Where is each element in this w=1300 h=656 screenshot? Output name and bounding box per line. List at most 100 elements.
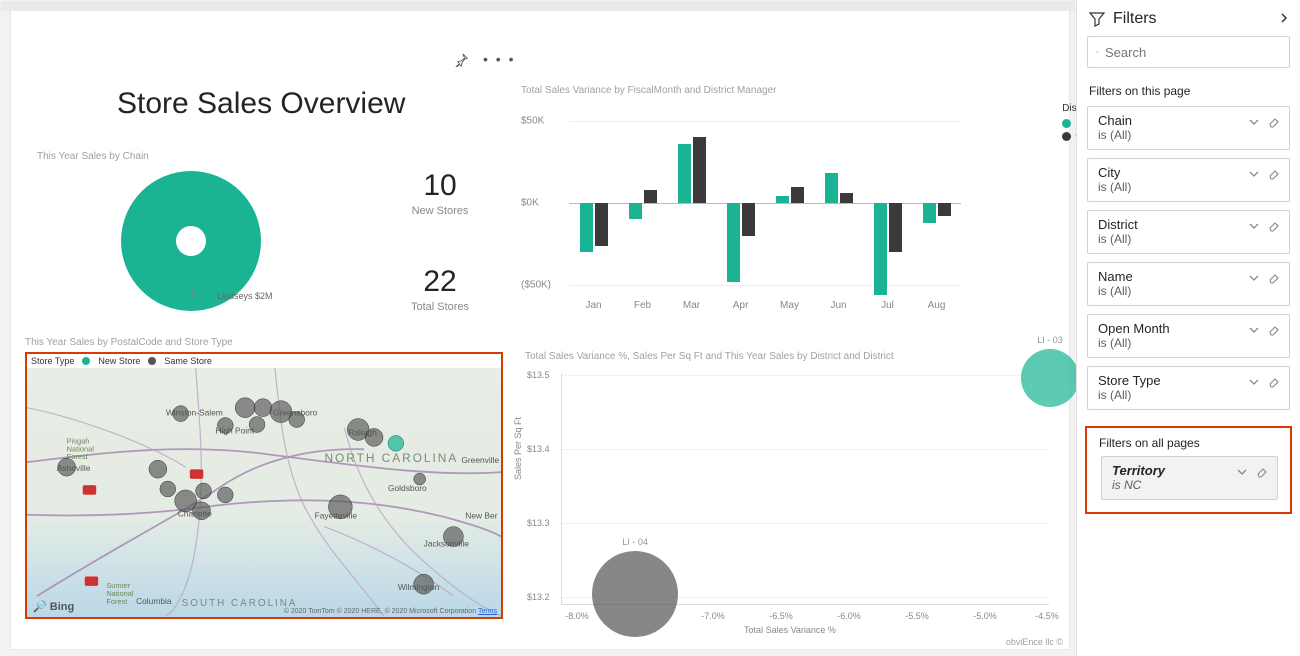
filter-name: Open Month bbox=[1098, 321, 1247, 336]
pin-icon[interactable] bbox=[455, 53, 469, 70]
kpi-new-stores[interactable]: 10 New Stores bbox=[395, 169, 485, 217]
bar[interactable] bbox=[580, 203, 593, 252]
obvience-credit: obviEnce llc © bbox=[1006, 637, 1063, 647]
bar[interactable] bbox=[742, 203, 755, 236]
filter-name: City bbox=[1098, 165, 1247, 180]
page-title: Store Sales Overview bbox=[117, 87, 405, 121]
chevron-down-icon[interactable] bbox=[1247, 115, 1261, 129]
filters-search-input[interactable] bbox=[1105, 45, 1281, 60]
filter-value: is (All) bbox=[1098, 284, 1247, 298]
bar[interactable] bbox=[693, 137, 706, 203]
bar-x-label: Jul bbox=[868, 300, 908, 311]
kpi-new-stores-label: New Stores bbox=[395, 205, 485, 217]
eraser-icon[interactable] bbox=[1267, 167, 1281, 181]
bar-x-label: May bbox=[770, 300, 810, 311]
filter-card-store-type[interactable]: Store Typeis (All) bbox=[1087, 366, 1290, 410]
scatter-title: Total Sales Variance %, Sales Per Sq Ft … bbox=[525, 351, 894, 362]
bar-group[interactable]: Aug bbox=[923, 111, 951, 293]
eraser-icon[interactable] bbox=[1255, 465, 1269, 479]
bar[interactable] bbox=[889, 203, 902, 252]
filter-card-district[interactable]: Districtis (All) bbox=[1087, 210, 1290, 254]
filters-header: Filters bbox=[1077, 0, 1300, 36]
filter-value: is (All) bbox=[1098, 232, 1247, 246]
scatter-bubble[interactable]: LI - 04 bbox=[592, 551, 678, 637]
filters-all-pages-highlight: Filters on all pages Territory is NC bbox=[1085, 426, 1292, 514]
bar-x-label: Mar bbox=[672, 300, 712, 311]
chevron-down-icon[interactable] bbox=[1235, 465, 1249, 479]
more-options-icon[interactable]: • • • bbox=[483, 51, 515, 67]
chevron-down-icon[interactable] bbox=[1247, 167, 1261, 181]
svg-text:Greenville: Greenville bbox=[461, 455, 499, 465]
eraser-icon[interactable] bbox=[1267, 271, 1281, 285]
bar-group[interactable]: Jun bbox=[825, 111, 853, 293]
chevron-down-icon[interactable] bbox=[1247, 271, 1261, 285]
bar[interactable] bbox=[825, 173, 838, 203]
filter-card-open-month[interactable]: Open Monthis (All) bbox=[1087, 314, 1290, 358]
filter-name: District bbox=[1098, 217, 1247, 232]
bar-x-label: Jan bbox=[574, 300, 614, 311]
bar-group[interactable]: May bbox=[776, 111, 804, 293]
filter-card-chain[interactable]: Chainis (All) bbox=[1087, 106, 1290, 150]
map-svg: NORTH CAROLINA SOUTH CAROLINA PisgahNati… bbox=[27, 368, 501, 616]
bar-x-label: Jun bbox=[819, 300, 859, 311]
bar-x-label: Aug bbox=[917, 300, 957, 311]
bar[interactable] bbox=[776, 196, 789, 203]
bar-group[interactable]: Feb bbox=[629, 111, 657, 293]
map-terms-link[interactable]: Terms bbox=[478, 608, 497, 615]
bar[interactable] bbox=[678, 144, 691, 203]
eraser-icon[interactable] bbox=[1267, 115, 1281, 129]
bar[interactable] bbox=[629, 203, 642, 219]
chevron-down-icon[interactable] bbox=[1247, 375, 1261, 389]
scatter-chart[interactable]: Sales Per Sq Ft Total Sales Variance % $… bbox=[525, 367, 1055, 633]
bar-group[interactable]: Jan bbox=[580, 111, 608, 293]
filter-value: is NC bbox=[1112, 478, 1235, 492]
map-visual[interactable]: Store Type New Store Same Store NORTH CA… bbox=[25, 352, 503, 619]
bar[interactable] bbox=[923, 203, 936, 223]
bar-group[interactable]: Apr bbox=[727, 111, 755, 293]
filter-card-city[interactable]: Cityis (All) bbox=[1087, 158, 1290, 202]
map-legend: Store Type New Store Same Store bbox=[31, 356, 212, 366]
bar[interactable] bbox=[840, 193, 853, 203]
bar[interactable] bbox=[938, 203, 951, 216]
bar-x-label: Feb bbox=[623, 300, 663, 311]
svg-text:PisgahNationalForest: PisgahNationalForest bbox=[67, 436, 95, 461]
filters-section-all: Filters on all pages bbox=[1099, 436, 1280, 450]
bar[interactable] bbox=[644, 190, 657, 203]
filter-name: Chain bbox=[1098, 113, 1247, 128]
svg-text:SOUTH CAROLINA: SOUTH CAROLINA bbox=[182, 598, 298, 609]
chevron-down-icon[interactable] bbox=[1247, 219, 1261, 233]
donut-legend-connector: └─ bbox=[189, 291, 203, 302]
filter-value: is (All) bbox=[1098, 128, 1247, 142]
filter-name: Territory bbox=[1112, 463, 1235, 478]
eraser-icon[interactable] bbox=[1267, 219, 1281, 233]
filter-card-territory[interactable]: Territory is NC bbox=[1101, 456, 1278, 500]
filter-value: is (All) bbox=[1098, 388, 1247, 402]
svg-text:SumterNationalForest: SumterNationalForest bbox=[106, 581, 134, 606]
donut-title: This Year Sales by Chain bbox=[37, 151, 149, 162]
filter-icon bbox=[1089, 11, 1105, 27]
bar-group[interactable]: Jul bbox=[874, 111, 902, 293]
chevron-down-icon[interactable] bbox=[1247, 323, 1261, 337]
scatter-bubble[interactable]: LI - 03 bbox=[1021, 349, 1079, 407]
bar-group[interactable]: Mar bbox=[678, 111, 706, 293]
filters-pane: Filters Filters on this page Chainis (Al… bbox=[1076, 0, 1300, 656]
kpi-total-stores[interactable]: 22 Total Stores bbox=[395, 265, 485, 313]
donut-legend-label: Lindseys $2M bbox=[217, 291, 273, 301]
bar[interactable] bbox=[727, 203, 740, 282]
svg-text:Columbia: Columbia bbox=[136, 596, 172, 606]
filter-value: is (All) bbox=[1098, 336, 1247, 350]
kpi-total-stores-value: 22 bbox=[395, 265, 485, 299]
collapse-pane-icon[interactable] bbox=[1278, 11, 1290, 27]
report-canvas: • • • Store Sales Overview This Year Sal… bbox=[10, 10, 1070, 650]
bar-chart[interactable]: District Manager Brad Sutton Chris Gray … bbox=[521, 107, 1051, 317]
eraser-icon[interactable] bbox=[1267, 323, 1281, 337]
bar[interactable] bbox=[874, 203, 887, 295]
svg-text:New Ber: New Ber bbox=[465, 511, 497, 521]
filters-search[interactable] bbox=[1087, 36, 1290, 68]
top-strip bbox=[1, 1, 1075, 11]
filter-card-name[interactable]: Nameis (All) bbox=[1087, 262, 1290, 306]
eraser-icon[interactable] bbox=[1267, 375, 1281, 389]
bar[interactable] bbox=[595, 203, 608, 246]
search-icon bbox=[1096, 45, 1099, 59]
bar[interactable] bbox=[791, 187, 804, 203]
